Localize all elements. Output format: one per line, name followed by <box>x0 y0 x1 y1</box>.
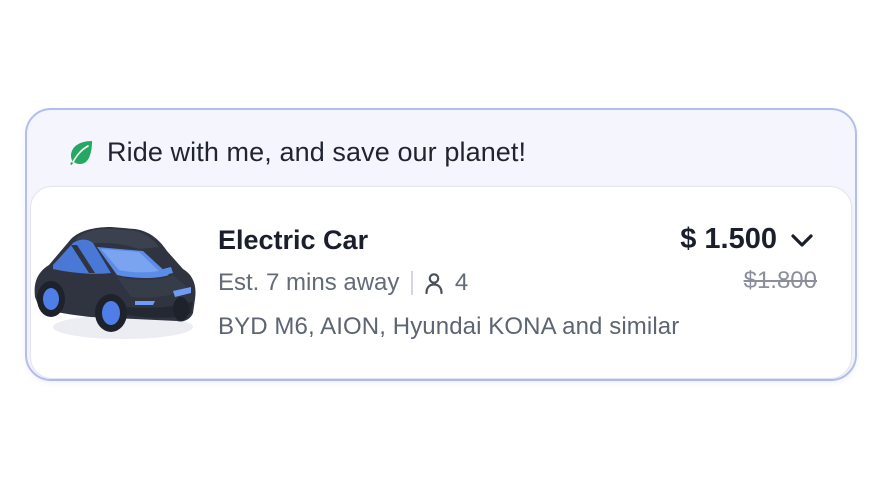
car-models: BYD M6, AION, Hyundai KONA and similar <box>218 313 680 340</box>
eco-banner-text: Ride with me, and save our planet! <box>107 136 527 167</box>
ride-meta: Est. 7 mins away 4 <box>218 267 468 299</box>
person-icon <box>425 273 443 294</box>
eco-banner: Ride with me, and save our planet! <box>67 134 526 170</box>
eta-text: Est. 7 mins away <box>218 269 400 296</box>
capacity-value: 4 <box>454 269 469 296</box>
ride-option-electric-car[interactable]: Electric Car Est. 7 mins away 4 BYD M6, … <box>30 186 852 379</box>
ride-name: Electric Car <box>218 225 369 255</box>
meta-divider <box>411 271 413 295</box>
leaf-icon <box>70 141 92 165</box>
original-price: $1.800 <box>743 267 817 294</box>
price: $ 1.500 <box>680 223 777 255</box>
chevron-down-icon[interactable] <box>789 227 815 253</box>
eco-ride-card: Ride with me, and save our planet! Elect… <box>25 108 857 381</box>
electric-car-image <box>34 227 196 339</box>
price-dropdown[interactable]: $ 1.500 <box>680 223 815 256</box>
